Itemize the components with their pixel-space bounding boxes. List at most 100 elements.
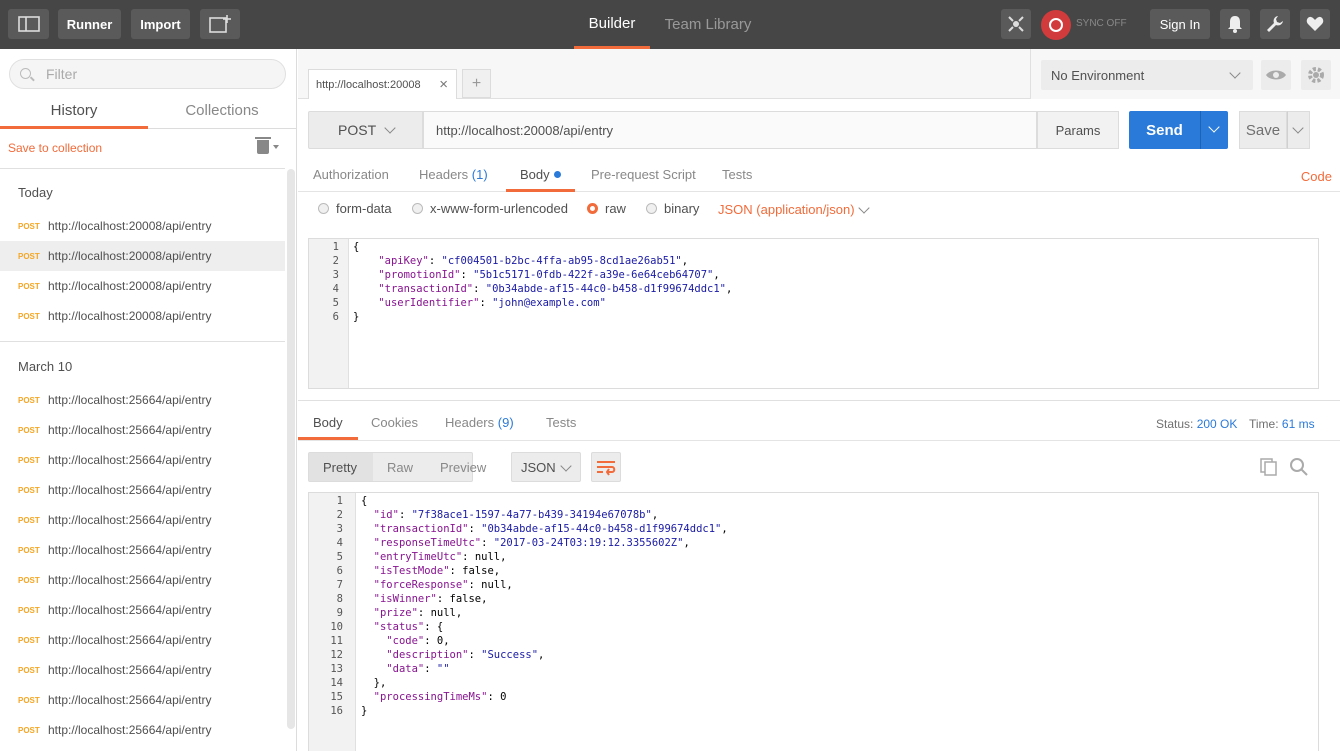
copy-icon[interactable]	[1259, 457, 1279, 477]
history-item[interactable]: POST http://localhost:25664/api/entry	[0, 415, 285, 445]
history-item[interactable]: POST http://localhost:25664/api/entry	[0, 535, 285, 565]
content-type-select[interactable]: JSON (application/json)	[718, 202, 870, 217]
save-button[interactable]: Save	[1239, 111, 1287, 149]
environment-select[interactable]: No Environment	[1041, 60, 1253, 90]
tab-collections[interactable]: Collections	[148, 99, 296, 129]
history-item[interactable]: POST http://localhost:25664/api/entry	[0, 505, 285, 535]
line-number: 1	[336, 495, 343, 507]
tab-tests[interactable]: Tests	[722, 167, 752, 192]
history-item[interactable]: POST http://localhost:25664/api/entry	[0, 685, 285, 715]
sidebar-scrollbar[interactable]	[287, 169, 295, 729]
history-url: http://localhost:25664/api/entry	[48, 513, 212, 527]
urlencoded-label[interactable]: x-www-form-urlencoded	[430, 201, 568, 216]
chevron-down-icon[interactable]	[273, 145, 279, 149]
method-badge: POST	[18, 281, 40, 291]
notifications-button[interactable]	[1220, 9, 1250, 39]
new-tab-button[interactable]	[200, 9, 240, 39]
close-icon[interactable]: ×	[439, 76, 448, 93]
history-item[interactable]: POST http://localhost:25664/api/entry	[0, 595, 285, 625]
tab-response-headers[interactable]: Headers (9)	[445, 415, 514, 440]
response-section-tabs: Body Cookies Headers (9) Tests Status: 2…	[298, 410, 1340, 441]
method-select[interactable]: POST	[308, 111, 423, 149]
tab-test-results[interactable]: Tests	[546, 415, 576, 440]
history-item[interactable]: POST http://localhost:25664/api/entry	[0, 655, 285, 685]
history-item[interactable]: POST http://localhost:20008/api/entry	[0, 241, 285, 271]
tab-pre-request-script[interactable]: Pre-request Script	[591, 167, 696, 192]
url-input[interactable]	[423, 111, 1037, 149]
history-url: http://localhost:25664/api/entry	[48, 693, 212, 707]
environment-quick-look-button[interactable]	[1261, 60, 1291, 90]
pretty-button[interactable]: Pretty	[323, 460, 357, 475]
raw-label[interactable]: raw	[605, 201, 626, 216]
binary-label[interactable]: binary	[664, 201, 699, 216]
sidebar: History Collections Save to collection T…	[0, 49, 297, 751]
line-number: 4	[332, 283, 339, 295]
tab-body[interactable]: Body	[506, 167, 575, 192]
tab-cookies[interactable]: Cookies	[371, 415, 418, 440]
code-text: "prize": null,	[373, 607, 463, 619]
method-badge: POST	[18, 455, 40, 465]
sign-in-button[interactable]: Sign In	[1150, 9, 1210, 39]
history-item[interactable]: POST http://localhost:25664/api/entry	[0, 385, 285, 415]
form-data-label[interactable]: form-data	[336, 201, 392, 216]
time-value: 61 ms	[1281, 417, 1315, 431]
format-value: JSON	[521, 459, 556, 475]
tab-authorization[interactable]: Authorization	[313, 167, 389, 192]
line-number: 13	[330, 663, 343, 675]
history-item[interactable]: POST http://localhost:25664/api/entry	[0, 625, 285, 655]
trash-icon[interactable]	[255, 137, 271, 154]
history-item[interactable]: POST http://localhost:25664/api/entry	[0, 475, 285, 505]
request-body-editor[interactable]: 1 {2 "apiKey": "cf004501-b2bc-4ffa-ab95-8…	[308, 238, 1319, 389]
history-item[interactable]: POST http://localhost:25664/api/entry	[0, 715, 285, 745]
code-text: "entryTimeUtc": null,	[373, 551, 507, 563]
history-url: http://localhost:25664/api/entry	[48, 663, 212, 677]
radio-urlencoded[interactable]	[412, 203, 423, 214]
code-link[interactable]: Code	[1301, 169, 1332, 184]
method-badge: POST	[18, 635, 40, 645]
history-url: http://localhost:25664/api/entry	[48, 603, 212, 617]
format-select[interactable]: JSON	[511, 452, 581, 482]
interceptor-button[interactable]	[1001, 9, 1031, 39]
wrap-lines-button[interactable]	[591, 452, 621, 482]
response-body-viewer[interactable]: 1 {2 "id": "7f38ace1-1597-4a77-b439-34194…	[308, 492, 1319, 751]
import-button[interactable]: Import	[131, 9, 190, 39]
sidebar-toggle-button[interactable]	[8, 9, 49, 39]
history-item[interactable]: POST http://localhost:20008/api/entry	[0, 271, 285, 301]
history-item[interactable]: POST http://localhost:20008/api/entry	[0, 301, 285, 331]
chevron-down-icon	[1229, 67, 1241, 79]
manage-environments-button[interactable]	[1301, 60, 1331, 90]
chevron-down-icon	[1292, 122, 1304, 134]
radio-raw[interactable]	[587, 203, 598, 214]
method-badge: POST	[18, 251, 40, 261]
runner-button[interactable]: Runner	[58, 9, 121, 39]
history-item[interactable]: POST http://localhost:25664/api/entry	[0, 445, 285, 475]
history-url: http://localhost:25664/api/entry	[48, 393, 212, 407]
tab-response-body[interactable]: Body	[298, 415, 358, 440]
request-tab-bar: http://localhost:20008 × + No Environmen…	[298, 49, 1340, 99]
raw-button[interactable]: Raw	[387, 460, 413, 475]
team-library-tab[interactable]: Team Library	[660, 0, 756, 49]
send-button[interactable]: Send	[1129, 111, 1200, 149]
send-options-button[interactable]	[1200, 111, 1228, 149]
tab-history[interactable]: History	[0, 99, 148, 129]
filter-input[interactable]	[9, 59, 286, 89]
save-to-collection-link[interactable]: Save to collection	[8, 141, 102, 155]
params-button[interactable]: Params	[1037, 111, 1119, 149]
radio-form-data[interactable]	[318, 203, 329, 214]
history-item[interactable]: POST http://localhost:25664/api/entry	[0, 565, 285, 595]
request-tab[interactable]: http://localhost:20008 ×	[308, 69, 457, 99]
history-item[interactable]: POST http://localhost:20008/api/entry	[0, 211, 285, 241]
history-url: http://localhost:25664/api/entry	[48, 423, 212, 437]
line-number: 9	[336, 607, 343, 619]
radio-binary[interactable]	[646, 203, 657, 214]
history-url: http://localhost:20008/api/entry	[48, 249, 212, 263]
favorites-button[interactable]	[1300, 9, 1330, 39]
settings-button[interactable]	[1260, 9, 1290, 39]
search-icon[interactable]	[1289, 457, 1309, 477]
add-tab-button[interactable]: +	[462, 69, 491, 98]
preview-button[interactable]: Preview	[440, 460, 486, 475]
sync-icon[interactable]	[1041, 10, 1071, 40]
builder-tab[interactable]: Builder	[574, 0, 650, 49]
save-options-button[interactable]	[1287, 111, 1310, 149]
tab-headers[interactable]: Headers (1)	[419, 167, 488, 192]
